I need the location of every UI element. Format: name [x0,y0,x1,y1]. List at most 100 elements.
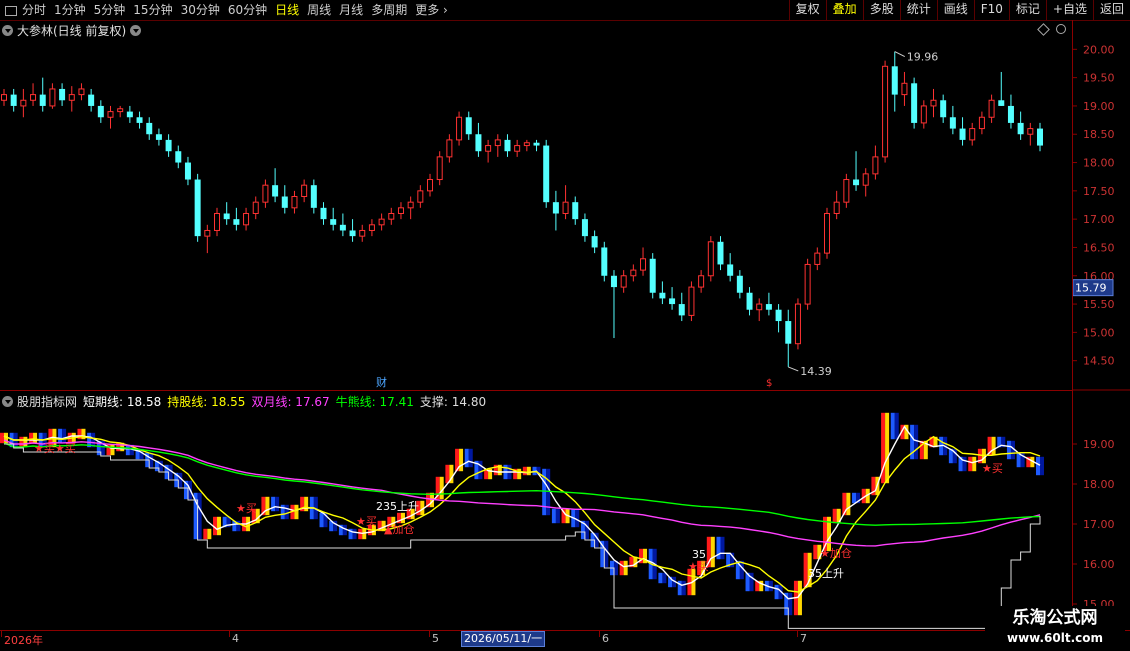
axis-price-label: 17.00 [1083,213,1115,226]
candle-body [794,303,801,345]
signal-annotation: ▲加仓 [384,522,414,536]
dollar-marker: $ [766,378,772,389]
ind-block-yellow [623,560,628,576]
ind-block-yellow [885,412,890,484]
candle-body [601,247,608,276]
candle-body [359,229,366,237]
ind-block-blue [1006,440,1011,460]
ind-block-darkblue [197,492,202,540]
toolbar-button-0[interactable]: 复权 [788,0,826,20]
ind-block-darkblue [681,580,686,596]
candle-body [572,202,579,220]
period-tab-4[interactable]: 30分钟 [177,0,224,20]
ind-block-yellow [265,496,270,516]
main-kline-panel[interactable]: 大参林(日线 前复权) 19.96 14.39 财 $ [0,20,1072,390]
candle-body [1017,122,1024,135]
date-tick [229,631,230,637]
signal-annotation: ★买 [688,560,709,573]
candle-body [427,179,434,192]
toolbar-button-3[interactable]: 统计 [899,0,937,20]
date-label-1: 4 [232,632,239,645]
cursor-date-label: 2026/05/11/一 [461,631,546,647]
candle-body [136,117,143,123]
period-tab-7[interactable]: 周线 [303,0,335,20]
more-periods-button[interactable]: 更多 › [411,0,452,20]
toolbar-button-5[interactable]: F10 [973,0,1009,20]
candle-body [978,116,985,130]
indicator-panel[interactable]: 股朋指标网 短期线: 18.58 持股线: 18.55 双月线: 17.67 牛熊线:… [0,392,1072,630]
candle-body [368,224,375,231]
ind-block-yellow [846,492,851,516]
toolbar-button-6[interactable]: 标记 [1008,0,1046,20]
candle-body [814,252,821,265]
candle-body [465,117,472,135]
ind-block-yellow [217,516,222,536]
candle-body [882,65,889,158]
toolbar-button-8[interactable]: 返回 [1092,0,1130,20]
period-tab-5[interactable]: 60分钟 [224,0,271,20]
period-tab-6[interactable]: 日线 [271,0,303,20]
current-price-label: 15.79 [1075,282,1107,295]
ind-block-red [358,528,363,540]
signal-annotation: ★买 [236,502,257,515]
toolbar-button-1[interactable]: 叠加 [825,0,863,20]
candle-body [891,66,898,95]
date-label-2: 5 [432,632,439,645]
period-tab-0[interactable]: 分时 [18,0,50,20]
price-axis: 20.00 19.50 19.00 18.50 18.00 17.50 17.00 16.50… [1072,20,1130,630]
ind-block-red [203,528,208,540]
toolbar-button-7[interactable]: +自选 [1045,0,1093,20]
candle-body [775,309,782,322]
ind-block-yellow [23,436,28,448]
candle-body [243,212,250,226]
ind-block-darkblue [468,448,473,468]
candle-body [959,128,966,140]
candle-body [630,269,637,277]
axis-price-label: 15.50 [1083,298,1115,311]
ind-block-yellow [459,448,464,472]
candle-body [678,304,685,316]
ind-block-darkblue [788,592,793,616]
candle-body [804,263,811,305]
candle-body [911,83,918,123]
candle-body [417,190,424,203]
ind-block-blue [774,584,779,600]
ind-block-red [619,560,624,576]
high-pointer [894,51,905,58]
candle-body [523,142,530,147]
period-tab-9[interactable]: 多周期 [367,0,411,20]
menu-grid-icon[interactable] [4,4,17,16]
ind-block-darkblue [352,528,357,540]
period-tab-8[interactable]: 月线 [335,0,367,20]
ind-block-darkblue [662,572,667,584]
candle-body [707,241,714,277]
period-tab-2[interactable]: 5分钟 [90,0,130,20]
ind-block-yellow [991,436,996,456]
ind-block-blue [271,496,276,512]
toolbar-button-2[interactable]: 多股 [862,0,900,20]
ind-block-blue [319,512,324,528]
candle-body [349,230,356,237]
ind-block-blue [852,492,857,504]
period-tab-3[interactable]: 15分钟 [129,0,176,20]
signal-annotation: 235上升 [376,500,419,513]
period-tab-1[interactable]: 1分钟 [50,0,90,20]
ind-block-darkblue [604,540,609,568]
ind-block-blue [658,572,663,584]
toolbar-button-4[interactable]: 画线 [936,0,974,20]
ind-block-darkblue [768,580,773,592]
candle-body [988,99,995,118]
panel-divider [0,390,1072,391]
date-label-4: 7 [800,632,807,645]
ind-block-darkblue [478,460,483,480]
ind-block-darkblue [575,508,580,528]
site-watermark: 乐淘公式网 www.60lt.com [985,606,1125,650]
axis-price-label: 16.50 [1083,241,1115,254]
ind-block-yellow [710,536,715,568]
candle-body [475,134,482,152]
candle-body [456,116,463,141]
ind-block-red [968,456,973,472]
signal-annotation: ★买★买 [34,442,76,455]
ind-block-darkblue [894,412,899,440]
candle-body [223,213,230,220]
